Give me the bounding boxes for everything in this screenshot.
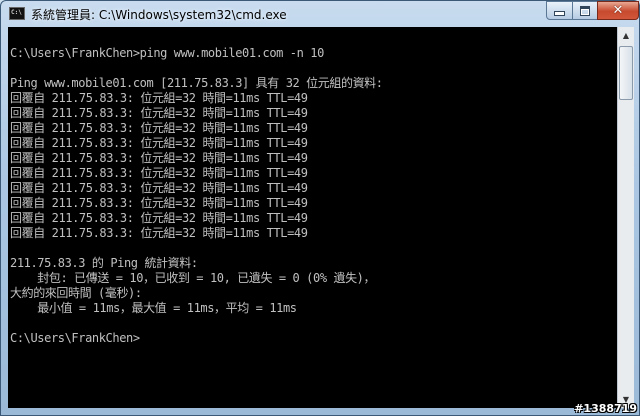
cmd-window: C:\ 系統管理員: C:\Windows\system32\cmd.exe ✕… — [0, 0, 640, 416]
console-line: 回覆自 211.75.83.3: 位元組=32 時間=11ms TTL=49 — [10, 91, 308, 105]
vertical-scrollbar[interactable]: ▲ ▼ — [617, 27, 634, 408]
console-line: 回覆自 211.75.83.3: 位元組=32 時間=11ms TTL=49 — [10, 151, 308, 165]
console-line: 回覆自 211.75.83.3: 位元組=32 時間=11ms TTL=49 — [10, 226, 308, 240]
console-line: 回覆自 211.75.83.3: 位元組=32 時間=11ms TTL=49 — [10, 121, 308, 135]
console-line: 回覆自 211.75.83.3: 位元組=32 時間=11ms TTL=49 — [10, 181, 308, 195]
scrollbar-thumb[interactable] — [619, 46, 633, 100]
console-line: 回覆自 211.75.83.3: 位元組=32 時間=11ms TTL=49 — [10, 106, 308, 120]
minimize-button[interactable] — [546, 1, 573, 20]
watermark: #1388719 — [574, 402, 637, 415]
maximize-icon — [580, 5, 590, 16]
console-output-area[interactable]: C:\Users\FrankChen>ping www.mobile01.com… — [8, 27, 617, 408]
cmd-icon[interactable]: C:\ — [9, 7, 25, 20]
close-button[interactable]: ✕ — [597, 1, 639, 20]
console-line: 大約的來回時間 (毫秒): — [10, 286, 142, 300]
console-line: C:\Users\FrankChen>ping www.mobile01.com… — [10, 46, 324, 60]
title-bar[interactable]: C:\ 系統管理員: C:\Windows\system32\cmd.exe — [1, 1, 639, 27]
console-line: 211.75.83.3 的 Ping 統計資料: — [10, 256, 198, 270]
console-line: 回覆自 211.75.83.3: 位元組=32 時間=11ms TTL=49 — [10, 211, 308, 225]
console-line: 封包: 已傳送 = 10，已收到 = 10, 已遺失 = 0 (0% 遺失)， — [10, 271, 376, 285]
window-title: 系統管理員: C:\Windows\system32\cmd.exe — [31, 8, 287, 22]
console-line: 回覆自 211.75.83.3: 位元組=32 時間=11ms TTL=49 — [10, 166, 308, 180]
close-icon: ✕ — [612, 3, 624, 18]
scroll-up-arrow-icon[interactable]: ▲ — [618, 27, 634, 44]
console-line: C:\Users\FrankChen> — [10, 331, 140, 345]
console-text: C:\Users\FrankChen>ping www.mobile01.com… — [10, 31, 383, 346]
console-line: 回覆自 211.75.83.3: 位元組=32 時間=11ms TTL=49 — [10, 196, 308, 210]
console-line: 最小值 = 11ms，最大值 = 11ms，平均 = 11ms — [10, 301, 297, 315]
console-line: 回覆自 211.75.83.3: 位元組=32 時間=11ms TTL=49 — [10, 136, 308, 150]
maximize-button[interactable] — [572, 1, 598, 20]
console-line: Ping www.mobile01.com [211.75.83.3] 具有 3… — [10, 76, 383, 90]
minimize-icon — [554, 11, 565, 16]
